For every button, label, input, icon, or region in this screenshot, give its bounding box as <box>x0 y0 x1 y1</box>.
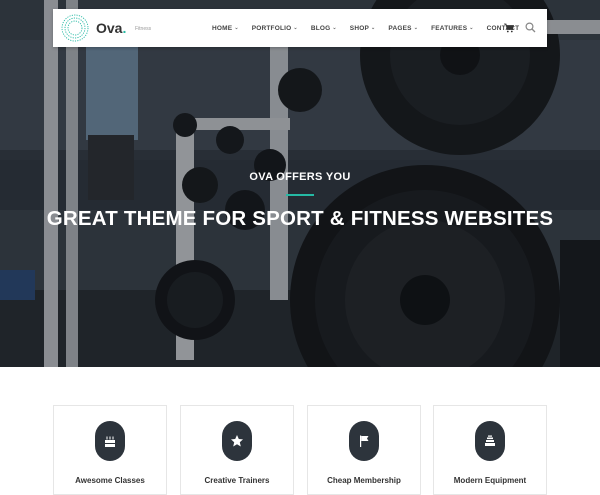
feature-card-classes[interactable]: Awesome Classes <box>53 405 167 495</box>
nav-item-features[interactable]: FEATURES ⌄ <box>431 25 474 32</box>
brand-name[interactable]: Ova. <box>96 20 126 36</box>
nav-item-portfolio[interactable]: PORTFOLIO ⌄ <box>252 25 298 32</box>
equipment-icon <box>485 435 495 446</box>
cake-icon <box>105 436 115 447</box>
feature-badge <box>475 421 505 461</box>
top-navbar: Ova. Fitness HOME ⌄ PORTFOLIO ⌄ BLOG ⌄ SHOP… <box>53 9 547 47</box>
feature-badge <box>95 421 125 461</box>
hero-divider <box>286 194 314 196</box>
chevron-down-icon: ⌄ <box>413 25 419 31</box>
feature-card-trainers[interactable]: Creative Trainers <box>180 405 294 495</box>
feature-card-membership[interactable]: Cheap Membership <box>307 405 421 495</box>
cart-icon[interactable] <box>504 23 514 33</box>
nav-item-pages[interactable]: PAGES ⌄ <box>388 25 418 32</box>
chevron-down-icon: ⌄ <box>293 25 298 31</box>
nav-item-home[interactable]: HOME ⌄ <box>212 25 239 32</box>
feature-badge <box>222 421 252 461</box>
logo-icon[interactable] <box>60 13 90 43</box>
hero-overlay <box>0 0 600 367</box>
chevron-down-icon: ⌄ <box>234 25 239 31</box>
chevron-down-icon: ⌄ <box>332 25 337 31</box>
hero-eyebrow: OVA OFFERS YOU <box>249 171 351 183</box>
star-icon <box>231 435 243 447</box>
feature-label: Cheap Membership <box>327 476 401 485</box>
nav-item-shop[interactable]: SHOP ⌄ <box>350 25 376 32</box>
search-icon[interactable] <box>525 22 536 33</box>
flag-icon <box>360 435 369 447</box>
chevron-down-icon: ⌄ <box>469 25 474 31</box>
nav-item-blog[interactable]: BLOG ⌄ <box>311 25 337 32</box>
brand-tagline: Fitness <box>135 26 152 32</box>
hero-banner <box>0 0 600 367</box>
chevron-down-icon: ⌄ <box>371 25 376 31</box>
feature-badge <box>349 421 379 461</box>
nav-item-contact[interactable]: CONTACT <box>487 25 520 32</box>
feature-label: Awesome Classes <box>75 476 145 485</box>
feature-label: Creative Trainers <box>204 476 270 485</box>
main-menu: HOME ⌄ PORTFOLIO ⌄ BLOG ⌄ SHOP ⌄ PAGES ⌄ FEAT… <box>212 9 532 47</box>
features-section: Awesome Classes Creative Trainers Cheap … <box>53 405 547 495</box>
hero-headline: GREAT THEME FOR SPORT & FITNESS WEBSITES <box>46 207 554 230</box>
feature-card-equipment[interactable]: Modern Equipment <box>433 405 547 495</box>
feature-label: Modern Equipment <box>453 476 527 485</box>
